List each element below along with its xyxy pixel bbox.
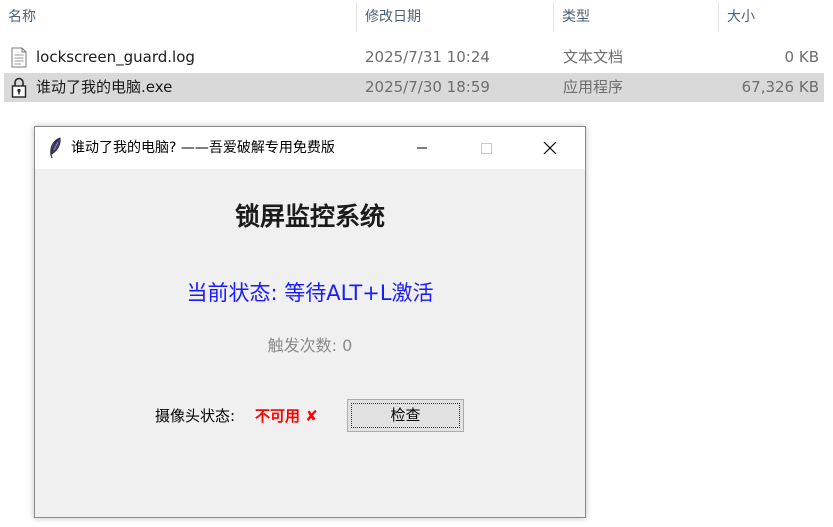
status-text: 当前状态: 等待ALT+L激活 bbox=[186, 281, 434, 305]
column-header-size[interactable]: 大小 bbox=[719, 0, 833, 34]
app-window: 谁动了我的电脑? ——吾爱破解专用免费版 锁屏监控系统 当前状态: 等待ALT+… bbox=[34, 126, 586, 518]
trigger-count: 触发次数: 0 bbox=[267, 336, 353, 355]
file-type: 应用程序 bbox=[563, 78, 624, 96]
column-header-bar: 名称 ^ 修改日期 类型 大小 bbox=[0, 0, 833, 36]
window-title: 谁动了我的电脑? ——吾爱破解专用免费版 bbox=[71, 140, 335, 156]
title-bar[interactable]: 谁动了我的电脑? ——吾爱破解专用免费版 bbox=[35, 127, 585, 169]
file-name: 谁动了我的电脑.exe bbox=[36, 78, 173, 96]
page-title: 锁屏监控系统 bbox=[234, 202, 385, 231]
column-header-date[interactable]: 修改日期 bbox=[357, 0, 553, 34]
file-explorer-list: 名称 ^ 修改日期 类型 大小 lockscreen_guard.log 202… bbox=[0, 0, 833, 110]
window-content: 锁屏监控系统 当前状态: 等待ALT+L激活 触发次数: 0 摄像头状态: 不可… bbox=[35, 169, 585, 517]
file-row-selected[interactable]: 谁动了我的电脑.exe 2025/7/30 18:59 应用程序 67,326 … bbox=[4, 73, 824, 102]
close-button[interactable] bbox=[527, 127, 573, 169]
file-type: 文本文档 bbox=[563, 48, 624, 66]
sort-up-icon: ^ bbox=[171, 0, 181, 7]
file-date: 2025/7/30 18:59 bbox=[365, 78, 490, 96]
lock-exe-icon bbox=[11, 77, 27, 98]
text-file-icon bbox=[11, 47, 27, 68]
file-row[interactable]: lockscreen_guard.log 2025/7/31 10:24 文本文… bbox=[4, 43, 824, 72]
camera-status-value: 不可用 ✘ bbox=[255, 407, 318, 425]
column-header-type[interactable]: 类型 bbox=[554, 0, 718, 34]
file-size: 67,326 KB bbox=[741, 78, 819, 96]
camera-status-label: 摄像头状态: bbox=[155, 407, 236, 425]
minimize-button[interactable] bbox=[399, 127, 445, 169]
file-date: 2025/7/31 10:24 bbox=[365, 48, 490, 66]
file-name: lockscreen_guard.log bbox=[36, 48, 195, 66]
feather-icon bbox=[50, 137, 61, 159]
file-size: 0 KB bbox=[784, 48, 819, 66]
maximize-button[interactable] bbox=[463, 127, 509, 169]
check-button[interactable]: 检查 bbox=[347, 399, 464, 432]
